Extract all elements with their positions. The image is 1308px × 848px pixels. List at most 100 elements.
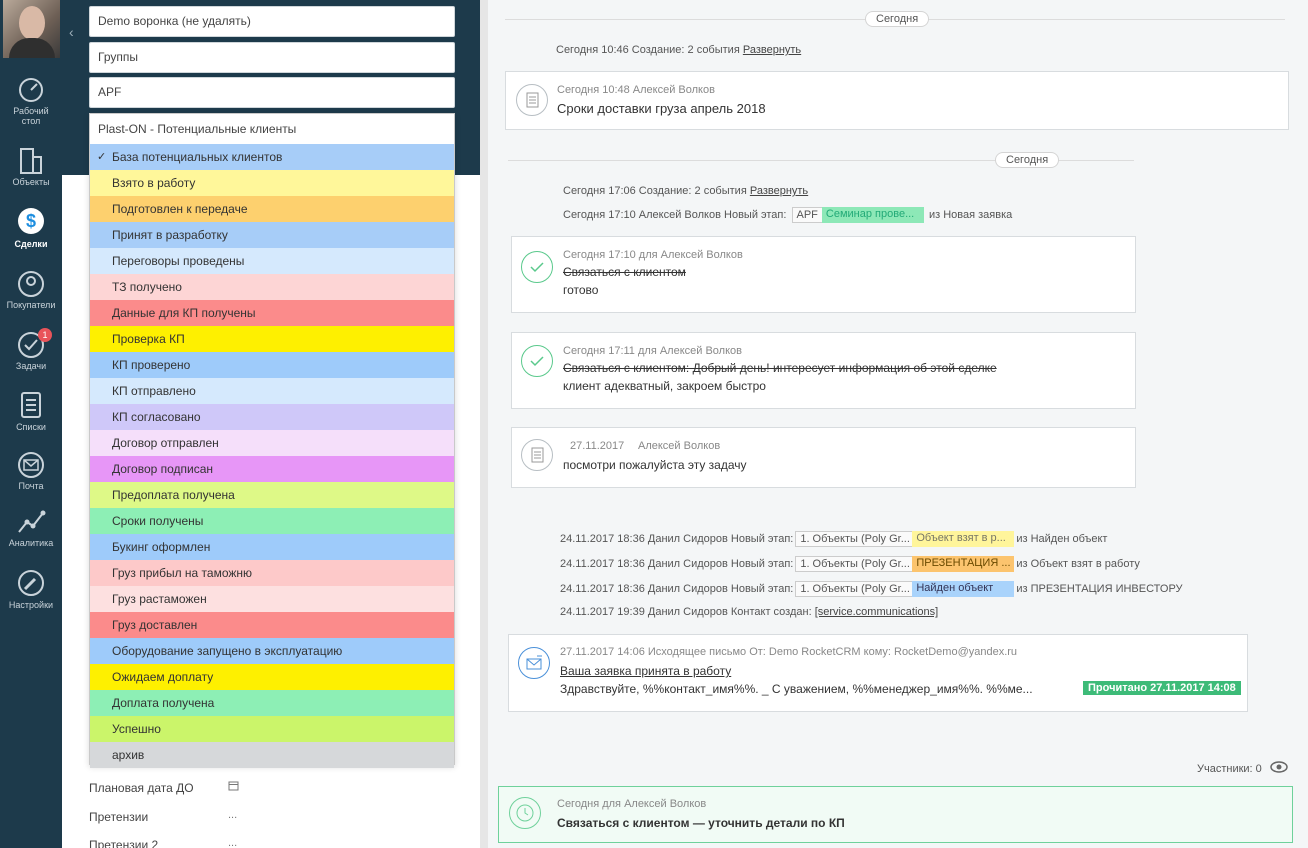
contact-created-event: 24.11.2017 19:39 Данил Сидоров Контакт с…	[560, 606, 938, 618]
dropdown-option[interactable]: Доплата получена	[90, 690, 454, 716]
mail-icon	[18, 452, 44, 478]
note-card: Сегодня 10:48 Алексей Волков Сроки доста…	[505, 71, 1289, 130]
mail-card: 27.11.2017 14:06 Исходящее письмо От: De…	[508, 634, 1248, 712]
dropdown-option-label: Груз растаможен	[112, 592, 207, 606]
task-title: Связаться с клиентом	[563, 265, 686, 279]
dropdown-option[interactable]: КП проверено	[90, 352, 454, 378]
stage-tag: ПРЕЗЕНТАЦИЯ ...	[912, 556, 1015, 572]
stage-tag: Семинар прове...	[821, 207, 924, 223]
stage-change-event: 24.11.2017 18:36 Данил Сидоров Новый эта…	[560, 531, 1107, 547]
dropdown-option[interactable]: Проверка КП	[90, 326, 454, 352]
stage-dropdown: Plast-ON - Потенциальные клиенты ✓ База п…	[89, 113, 455, 768]
contact-text: 24.11.2017 19:39 Данил Сидоров Контакт с…	[560, 606, 812, 618]
creation-event: Сегодня 17:06 Создание: 2 события Развер…	[563, 185, 808, 197]
dashboard-icon	[19, 78, 43, 102]
groups-select[interactable]: Группы	[89, 42, 455, 73]
dropdown-option[interactable]: Успешно	[90, 716, 454, 742]
calendar-icon[interactable]	[228, 780, 239, 794]
nav-dashboard[interactable]: Рабочий стол	[0, 76, 62, 126]
nav-objects[interactable]: Объекты	[0, 145, 62, 187]
nav-tasks[interactable]: 1 Задачи	[0, 328, 62, 371]
dropdown-option[interactable]: ТЗ получено	[90, 274, 454, 300]
expand-link[interactable]: Развернуть	[750, 185, 808, 197]
pipeline-tag: 1. Объекты (Poly Gr...	[795, 556, 914, 572]
nav-mail[interactable]: Почта	[0, 451, 62, 491]
document-icon	[516, 84, 548, 116]
dropdown-option[interactable]: Договор подписан	[90, 456, 454, 482]
dropdown-option[interactable]: Данные для КП получены	[90, 300, 454, 326]
chevron-left-icon[interactable]: ‹	[69, 24, 74, 40]
stage-tag: Объект взят в р...	[912, 531, 1015, 547]
nav-deals[interactable]: $ Сделки	[0, 205, 62, 249]
dropdown-option[interactable]: Оборудование запущено в эксплуатацию	[90, 638, 454, 664]
dropdown-option[interactable]: Принят в разработку	[90, 222, 454, 248]
nav-lists[interactable]: Списки	[0, 390, 62, 432]
document-icon	[521, 439, 553, 471]
dropdown-option-label: Букинг оформлен	[112, 540, 211, 554]
nav-analytics-label: Аналитика	[8, 538, 54, 548]
dropdown-header: Plast-ON - Потенциальные клиенты	[98, 122, 297, 136]
eye-icon[interactable]	[1270, 761, 1288, 776]
list-icon	[21, 392, 41, 418]
user-avatar[interactable]	[3, 0, 60, 58]
funnel-select[interactable]: Demo воронка (не удалять)	[89, 6, 455, 37]
dropdown-option[interactable]: Сроки получены	[90, 508, 454, 534]
date-separator: Сегодня	[865, 11, 930, 27]
dropdown-option[interactable]: Ожидаем доплату	[90, 664, 454, 690]
contact-link[interactable]: [service.communications]	[815, 606, 939, 618]
apf-select[interactable]: APF	[89, 77, 455, 108]
dollar-icon: $	[18, 208, 44, 234]
task-meta: Сегодня 17:11 для Алексей Волков	[563, 345, 742, 357]
field-claims-2: Претензии 2	[89, 838, 159, 848]
dropdown-option-label: Переговоры проведены	[112, 254, 245, 268]
panel-scrollbar[interactable]	[480, 0, 488, 848]
dropdown-option-label: КП проверено	[112, 358, 191, 372]
mail-subject[interactable]: Ваша заявка принята в работу	[560, 664, 731, 678]
field-claims-value[interactable]: ...	[228, 809, 237, 821]
stage-suffix: из Новая заявка	[928, 208, 1013, 221]
dropdown-option-label: Принят в разработку	[112, 228, 228, 242]
dropdown-option[interactable]: КП отправлено	[90, 378, 454, 404]
field-claims-2-value[interactable]: ...	[228, 837, 237, 848]
nav-settings[interactable]: Настройки	[0, 568, 62, 610]
pipeline-tag: APF	[791, 207, 823, 223]
dropdown-option[interactable]: Взято в работу	[90, 170, 454, 196]
dropdown-option[interactable]: ✓ База потенциальных клиентов	[90, 144, 454, 170]
stage-prefix: Сегодня 17:10 Алексей Волков Новый этап:	[563, 208, 787, 221]
dropdown-option[interactable]: Груз доставлен	[90, 612, 454, 638]
dropdown-option[interactable]: Подготовлен к передаче	[90, 196, 454, 222]
field-claims: Претензии	[89, 810, 149, 824]
stage-suffix: из ПРЕЗЕНТАЦИЯ ИНВЕСТОРУ	[1016, 582, 1183, 595]
nav-analytics[interactable]: Аналитика	[0, 508, 62, 548]
stage-change-event: 24.11.2017 18:36 Данил Сидоров Новый эта…	[560, 581, 1183, 597]
note-meta: Сегодня 10:48 Алексей Волков	[557, 84, 715, 96]
expand-link[interactable]: Развернуть	[743, 44, 801, 56]
stage-prefix: 24.11.2017 18:36 Данил Сидоров Новый эта…	[560, 532, 794, 545]
mail-body: Здравствуйте, %%контакт_имя%%. _ С уваже…	[560, 682, 1033, 696]
dropdown-option[interactable]: Договор отправлен	[90, 430, 454, 456]
note-text: Сроки доставки груза апрель 2018	[557, 101, 766, 116]
dropdown-option-label: Сроки получены	[112, 514, 204, 528]
mail-meta: 27.11.2017 14:06 Исходящее письмо От: De…	[560, 646, 1018, 658]
nav-buyers[interactable]: Покупатели	[0, 270, 62, 310]
outgoing-mail-icon	[518, 647, 550, 679]
dropdown-option-label: Доплата получена	[112, 696, 215, 710]
dropdown-option[interactable]: КП согласовано	[90, 404, 454, 430]
dropdown-option-label: Проверка КП	[112, 332, 185, 346]
checkmark-icon: ✓	[97, 151, 107, 163]
main-nav: Рабочий стол Объекты $ Сделки Покупатели…	[0, 0, 62, 848]
dropdown-option[interactable]: Груз прибыл на таможню	[90, 560, 454, 586]
dropdown-option[interactable]: Груз растаможен	[90, 586, 454, 612]
dropdown-option[interactable]: Переговоры проведены	[90, 248, 454, 274]
dropdown-option[interactable]: Букинг оформлен	[90, 534, 454, 560]
nav-dashboard-label-1: Рабочий	[13, 106, 49, 116]
dropdown-option-label: Предоплата получена	[112, 488, 235, 502]
stage-prefix: 24.11.2017 18:36 Данил Сидоров Новый эта…	[560, 582, 794, 595]
clock-icon	[509, 797, 541, 829]
tasks-badge: 1	[38, 328, 52, 342]
dropdown-option[interactable]: Предоплата получена	[90, 482, 454, 508]
current-task[interactable]: Сегодня для Алексей Волков Связаться с к…	[498, 786, 1293, 843]
dropdown-option[interactable]: архив	[90, 742, 454, 768]
dropdown-option-label: Успешно	[112, 722, 161, 736]
field-planned-date: Плановая дата ДО	[89, 781, 194, 795]
